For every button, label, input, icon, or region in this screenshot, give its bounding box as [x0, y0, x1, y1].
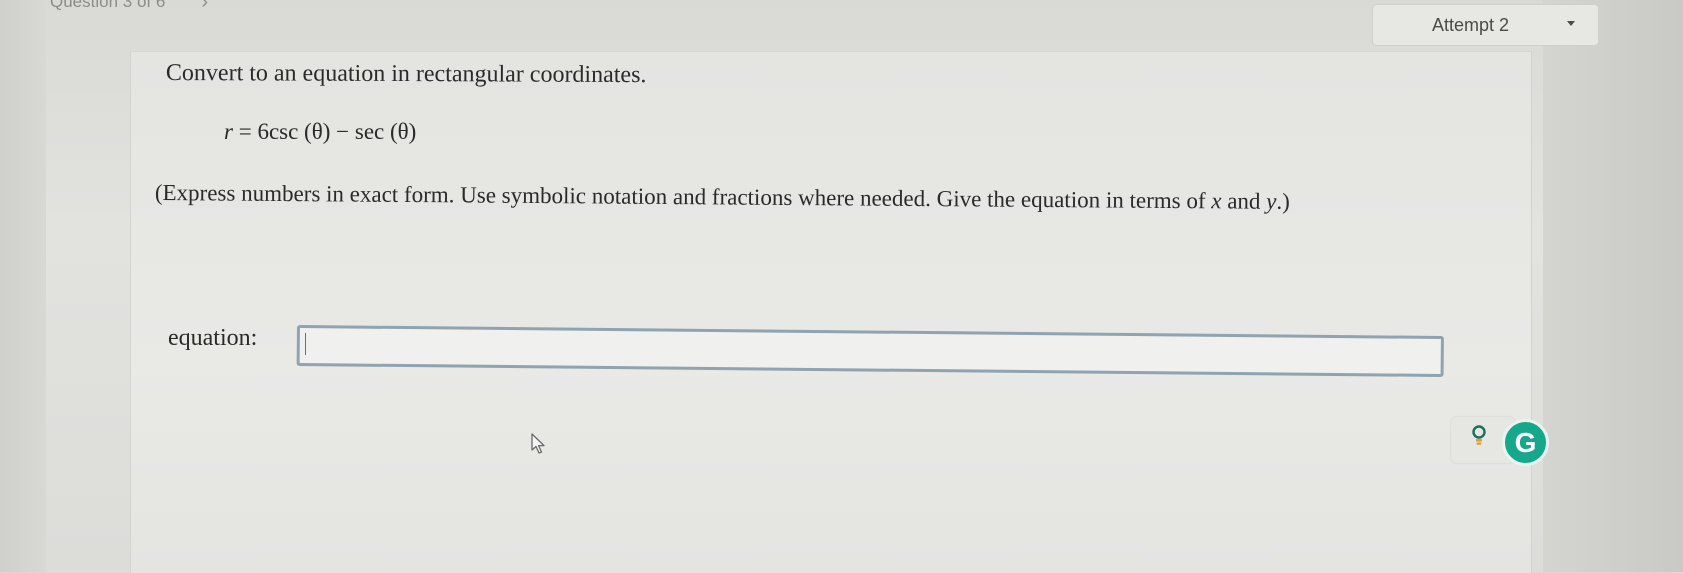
page-right-margin — [1543, 0, 1683, 572]
instructions-end: .) — [1276, 188, 1290, 214]
polar-equation: r = 6csc (θ) − sec (θ) — [224, 119, 416, 145]
equation-minus: − — [336, 119, 350, 144]
equation-lhs: r — [224, 119, 233, 144]
equation-coefficient: 6 — [257, 119, 269, 144]
equation-sec-term: sec (θ) — [354, 119, 417, 144]
attempt-label: Attempt 2 — [1432, 15, 1510, 35]
grammarly-icon[interactable]: G — [1502, 419, 1549, 466]
instructions-var-y: y — [1266, 188, 1277, 214]
question-navigation: Question 3 of 6 › — [50, 0, 208, 12]
question-prompt: Convert to an equation in rectangular co… — [165, 60, 647, 89]
answer-label: equation: — [168, 325, 258, 351]
lightbulb-icon[interactable] — [1471, 425, 1487, 447]
equation-equals: = — [238, 119, 252, 144]
equation-csc-term: csc (θ) — [268, 119, 331, 144]
caret-down-icon — [1567, 21, 1575, 26]
question-counter: Question 3 of 6 — [50, 0, 166, 11]
page-left-margin — [0, 0, 46, 572]
attempt-dropdown[interactable]: Attempt 2 — [1372, 4, 1599, 46]
text-cursor — [305, 333, 306, 355]
mouse-pointer-icon — [531, 433, 545, 454]
chevron-right-icon[interactable]: › — [201, 0, 208, 12]
instructions-and: and — [1227, 188, 1261, 214]
instructions-var-x: x — [1211, 188, 1222, 214]
